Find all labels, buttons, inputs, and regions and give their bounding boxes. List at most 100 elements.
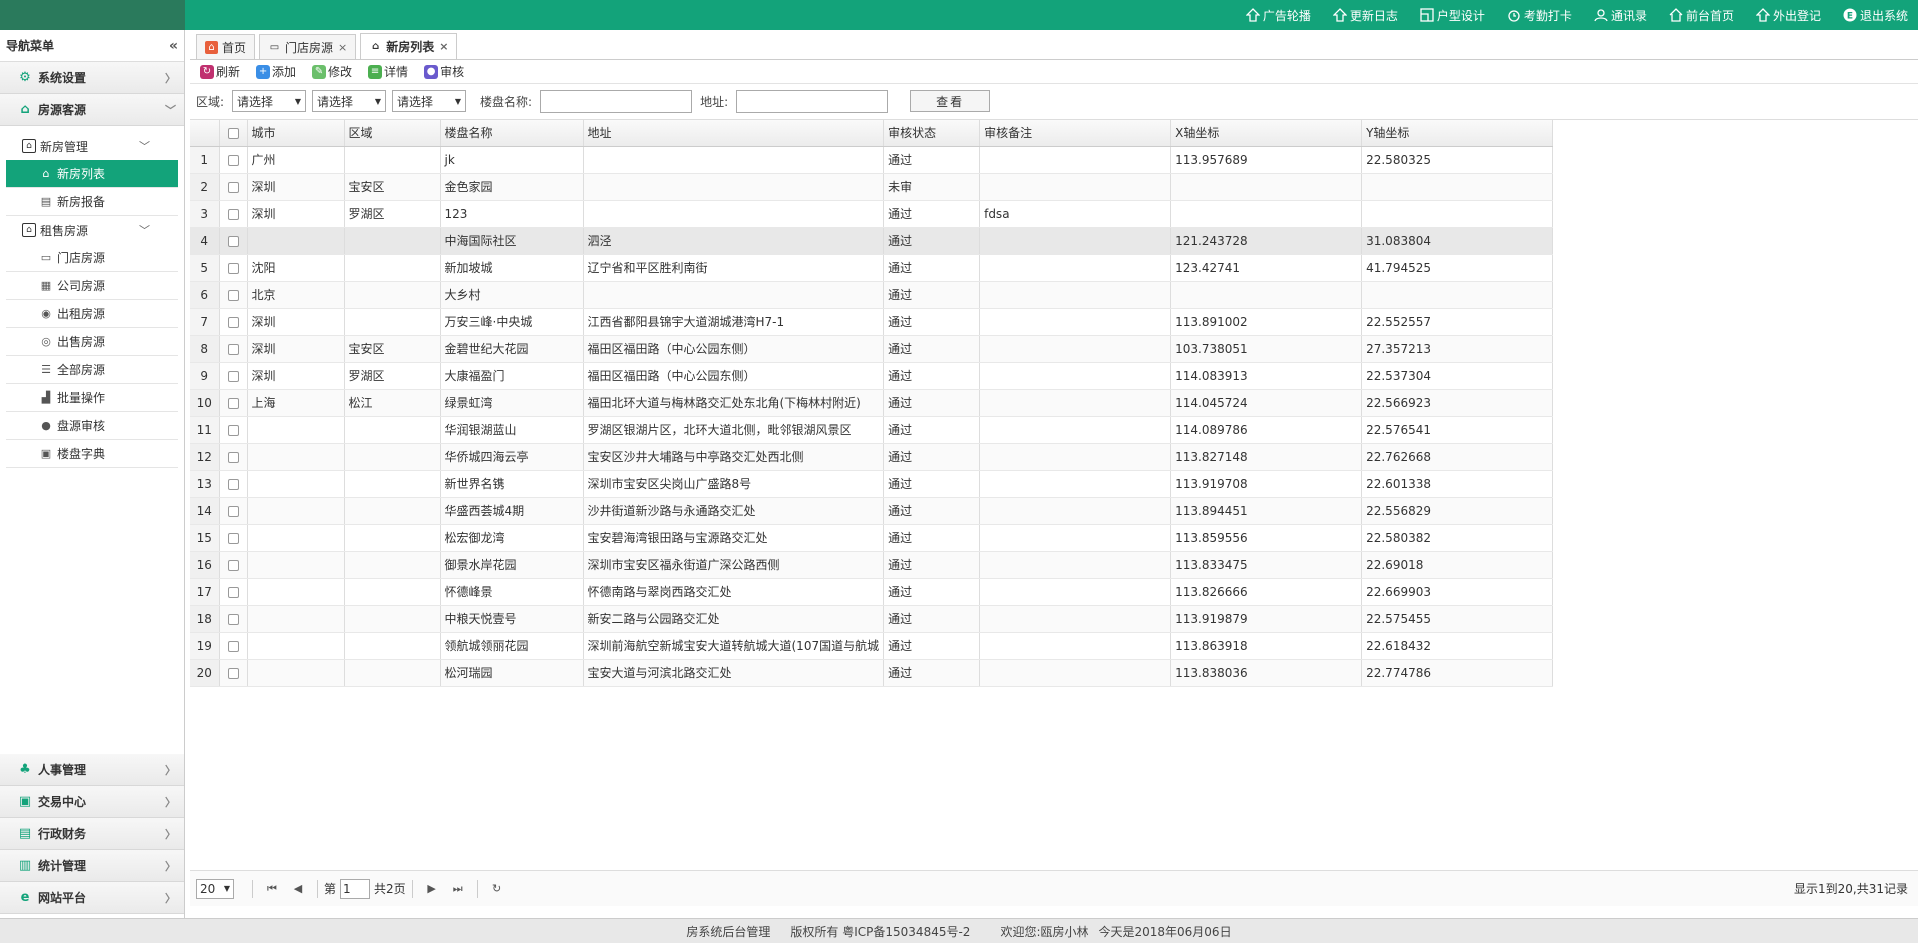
sidebar-item-trade[interactable]: ▣ 交易中心 〉 [0, 786, 184, 818]
close-icon[interactable]: × [338, 41, 347, 54]
sidebar-item-hr[interactable]: ♣ 人事管理 〉 [0, 754, 184, 786]
sidebar-item-new-house-report[interactable]: ▤ 新房报备 [6, 188, 178, 216]
table-row[interactable]: 9 深圳 罗湖区 大康福盈门 福田区福田路（中心公园东侧） 通过 114.083913 22.… [190, 362, 1554, 390]
table-row[interactable]: 10 上海 松江 绿景虹湾 福田北环大道与梅林路交汇处东北角(下梅林村附近) 通过 114.… [190, 389, 1554, 417]
row-checkbox[interactable] [219, 146, 248, 174]
table-row[interactable]: 2 深圳 宝安区 金色家园 未审 [190, 173, 1554, 201]
district-select[interactable]: 请选择 ▼ [312, 90, 387, 112]
table-row[interactable]: 8 深圳 宝安区 金碧世纪大花园 福田区福田路（中心公园东侧） 通过 103.738051 2… [190, 335, 1554, 363]
topnav-item-3[interactable]: 考勤打卡 [1507, 7, 1572, 24]
topnav-item-2[interactable]: 户型设计 [1420, 7, 1485, 24]
detail-button[interactable]: ≡ 详情 [368, 63, 408, 80]
table-row[interactable]: 18 中粮天悦壹号 新安二路与公园路交汇处 通过 113.919879 22.575455 [190, 605, 1554, 633]
next-page-icon[interactable]: ▶ [423, 880, 441, 898]
sidebar-item-company-house[interactable]: ▦ 公司房源 [6, 272, 178, 300]
last-page-icon[interactable]: ⏭ [449, 880, 467, 898]
sidebar-item-new-house-list[interactable]: ⌂ 新房列表 [6, 160, 178, 188]
city-select[interactable]: 请选择 ▼ [232, 90, 307, 112]
edit-button[interactable]: ✎ 修改 [312, 63, 352, 80]
row-checkbox[interactable] [219, 389, 248, 417]
row-checkbox[interactable] [219, 308, 248, 336]
sidebar-item-sale-house[interactable]: ◎ 出售房源 [6, 328, 178, 356]
table-row[interactable]: 15 松宏御龙湾 宝安碧海湾银田路与宝源路交汇处 通过 113.859556 22.580… [190, 524, 1554, 552]
topnav-item-4[interactable]: 通讯录 [1594, 7, 1647, 24]
table-row[interactable]: 4 中海国际社区 泗泾 通过 121.243728 31.083804 [190, 227, 1554, 255]
topnav-item-6[interactable]: 外出登记 [1755, 7, 1821, 24]
column-header[interactable]: 城市 [247, 120, 345, 147]
row-checkbox[interactable] [219, 524, 248, 552]
row-checkbox[interactable] [219, 443, 248, 471]
building-name-input[interactable] [540, 89, 693, 113]
column-header[interactable]: Y轴坐标 [1361, 120, 1554, 147]
sidebar-item-house-audit[interactable]: ● 盘源审核 [6, 412, 178, 440]
sidebar-group-new-house[interactable]: ⌂ 新房管理 ﹀ [0, 132, 184, 160]
sidebar-item-website[interactable]: e 网站平台 〉 [0, 882, 184, 914]
search-button[interactable]: 查看 [910, 90, 991, 112]
table-row[interactable]: 3 深圳 罗湖区 123 通过 fdsa [190, 200, 1554, 228]
page-size-select[interactable]: 20 ▼ [196, 878, 234, 899]
tab-store-house[interactable]: ▭ 门店房源 × [259, 34, 357, 59]
topnav-item-0[interactable]: 广告轮播 [1245, 7, 1311, 24]
row-checkbox[interactable] [219, 281, 248, 309]
table-row[interactable]: 16 御景水岸花园 深圳市宝安区福永街道广深公路西侧 通过 113.833475 22.6… [190, 551, 1554, 579]
table-row[interactable]: 6 北京 大乡村 通过 [190, 281, 1554, 309]
prev-page-icon[interactable]: ◀ [289, 880, 307, 898]
area-select[interactable]: 请选择 ▼ [392, 90, 467, 112]
topnav-item-7[interactable]: E 退出系统 [1843, 7, 1908, 24]
row-checkbox[interactable] [219, 254, 248, 282]
sidebar-item-batch-ops[interactable]: ▟ 批量操作 [6, 384, 178, 412]
row-checkbox[interactable] [219, 578, 248, 606]
select-all-checkbox[interactable] [219, 120, 248, 147]
row-checkbox[interactable] [219, 497, 248, 525]
table-row[interactable]: 1 广州 jk 通过 113.957689 22.580325 [190, 146, 1554, 174]
sidebar-item-housing[interactable]: ⌂ 房源客源 ﹀ [0, 94, 184, 126]
topnav-item-5[interactable]: 前台首页 [1669, 7, 1734, 24]
sidebar-item-all-house[interactable]: ☰ 全部房源 [6, 356, 178, 384]
row-checkbox[interactable] [219, 416, 248, 444]
row-checkbox[interactable] [219, 632, 248, 660]
page-number-input[interactable]: 1 [340, 878, 371, 899]
column-header[interactable]: 楼盘名称 [440, 120, 584, 147]
sidebar-item-rent-house[interactable]: ◉ 出租房源 [6, 300, 178, 328]
tab-new-house-list[interactable]: ⌂ 新房列表 × [360, 33, 458, 59]
tab-home[interactable]: ⌂ 首页 [196, 34, 256, 59]
row-checkbox[interactable] [219, 551, 248, 579]
sidebar-item-store-house[interactable]: ▭ 门店房源 [6, 244, 178, 272]
table-row[interactable]: 12 华侨城四海云亭 宝安区沙井大埔路与中亭路交汇处西北侧 通过 113.827148 2… [190, 443, 1554, 471]
audit-button[interactable]: ● 审核 [424, 63, 464, 80]
refresh-button[interactable]: ↻ 刷新 [200, 63, 240, 80]
column-header[interactable]: 审核备注 [979, 120, 1172, 147]
column-header[interactable]: 区域 [344, 120, 441, 147]
table-row[interactable]: 13 新世界名镌 深圳市宝安区尖岗山广盛路8号 通过 113.919708 22.6013… [190, 470, 1554, 498]
row-checkbox[interactable] [219, 335, 248, 363]
column-header[interactable]: X轴坐标 [1170, 120, 1363, 147]
table-row[interactable]: 14 华盛西荟城4期 沙井街道新沙路与永通路交汇处 通过 113.894451 22.55… [190, 497, 1554, 525]
column-header[interactable]: 审核状态 [883, 120, 981, 147]
column-header[interactable]: 地址 [583, 120, 885, 147]
table-row[interactable]: 19 领航城领丽花园 深圳前海航空新城宝安大道转航城大道(107国道与航城 通过 113… [190, 632, 1554, 660]
first-page-icon[interactable]: ⏮ [263, 880, 281, 898]
reload-icon[interactable]: ↻ [488, 880, 506, 898]
sidebar-group-rent-sale[interactable]: ⌂ 租售房源 ﹀ [0, 216, 184, 244]
row-checkbox[interactable] [219, 362, 248, 390]
row-checkbox[interactable] [219, 659, 248, 687]
row-checkbox[interactable] [219, 470, 248, 498]
table-row[interactable]: 17 怀德峰景 怀德南路与翠岗西路交汇处 通过 113.826666 22.669903 [190, 578, 1554, 606]
address-input[interactable] [736, 89, 889, 113]
row-checkbox[interactable] [219, 227, 248, 255]
sidebar-item-stats[interactable]: ▥ 统计管理 〉 [0, 850, 184, 882]
table-row[interactable]: 5 沈阳 新加坡城 辽宁省和平区胜利南街 通过 123.42741 41.794525 [190, 254, 1554, 282]
close-icon[interactable]: × [439, 40, 448, 53]
row-checkbox[interactable] [219, 200, 248, 228]
table-row[interactable]: 11 华润银湖蓝山 罗湖区银湖片区，北环大道北侧，毗邻银湖风景区 通过 114.0897… [190, 416, 1554, 444]
add-button[interactable]: + 添加 [256, 63, 296, 80]
sidebar-item-finance[interactable]: ▤ 行政财务 〉 [0, 818, 184, 850]
row-checkbox[interactable] [219, 605, 248, 633]
table-row[interactable]: 20 松河瑞园 宝安大道与河滨北路交汇处 通过 113.838036 22.774786 [190, 659, 1554, 687]
row-checkbox[interactable] [219, 173, 248, 201]
collapse-icon[interactable]: « [169, 38, 178, 54]
table-row[interactable]: 7 深圳 万安三峰·中央城 江西省鄱阳县锦宇大道湖城港湾H7-1 通过 113.89100… [190, 308, 1554, 336]
sidebar-item-building-dict[interactable]: ▣ 楼盘字典 [6, 440, 178, 468]
topnav-item-1[interactable]: 更新日志 [1332, 7, 1398, 24]
sidebar-item-system[interactable]: ⚙ 系统设置 〉 [0, 62, 184, 94]
